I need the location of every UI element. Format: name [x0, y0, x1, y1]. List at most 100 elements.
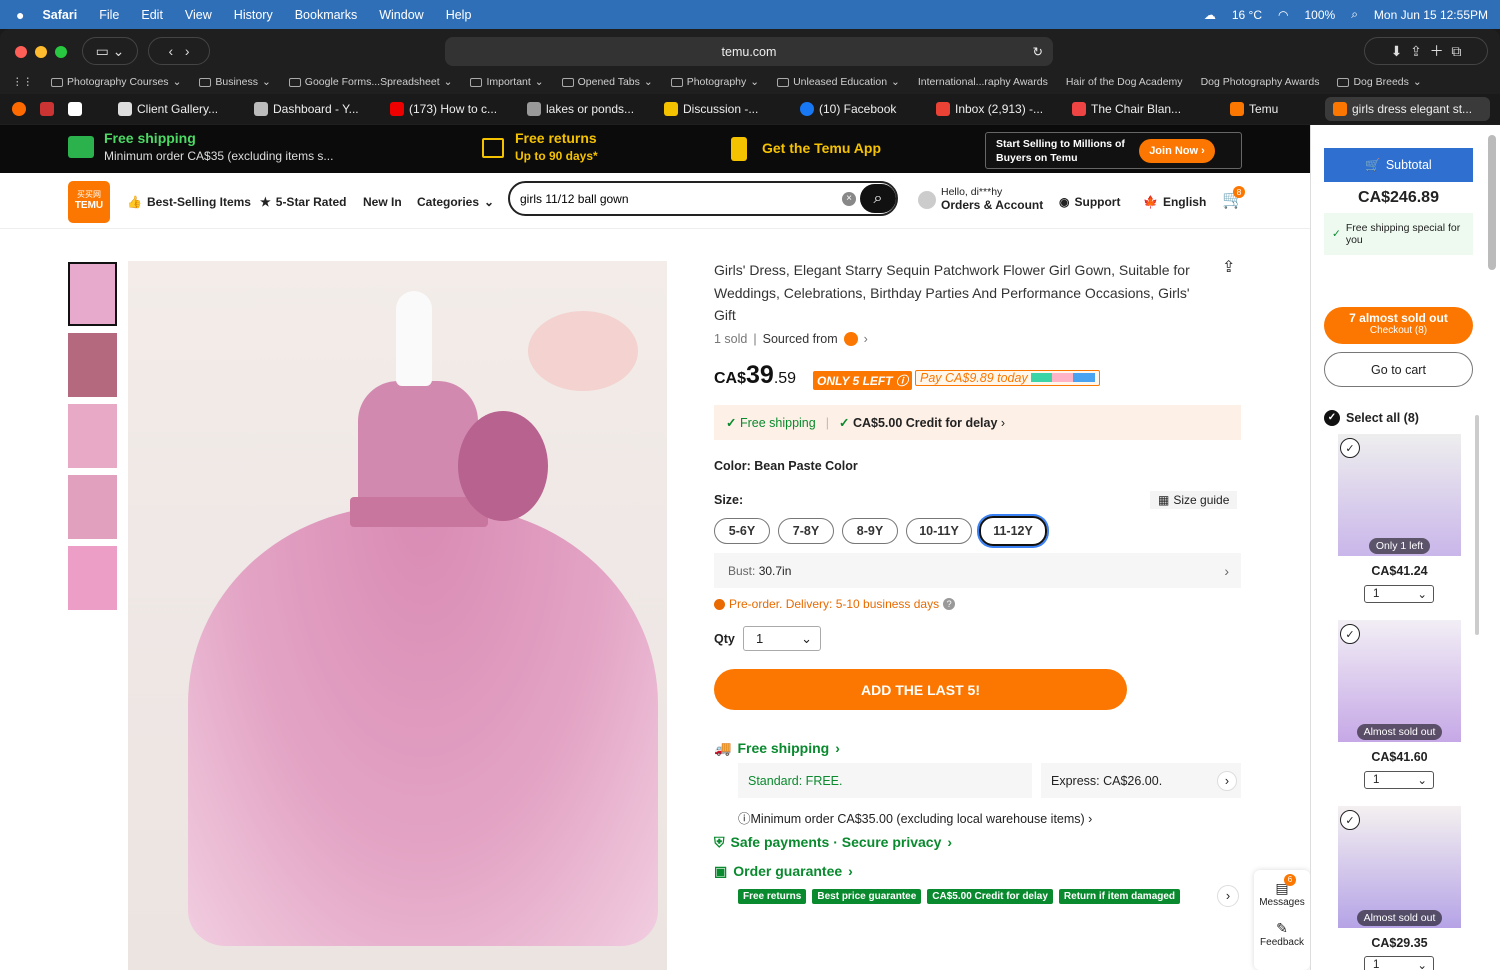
toolbar-actions[interactable]: ⬇ ⇪ ＋ ⧉: [1364, 37, 1488, 65]
size-option[interactable]: 7-8Y: [778, 518, 834, 544]
support-link[interactable]: ◉ Support: [1059, 195, 1120, 209]
browser-tab[interactable]: (10) Facebook: [800, 97, 920, 121]
bookmark-folder[interactable]: Business ⌄: [199, 76, 271, 88]
browser-tab[interactable]: Temu: [1230, 97, 1310, 121]
nav-categories[interactable]: Categories ⌄: [417, 195, 494, 209]
apple-icon[interactable]: ●: [16, 7, 24, 23]
bookmark-folder[interactable]: Google Forms...Spreadsheet ⌄: [288, 76, 452, 88]
source-badge-icon[interactable]: [843, 332, 858, 346]
bookmark-folder[interactable]: Important ⌄: [470, 76, 544, 88]
bookmark-folder[interactable]: Photography ⌄: [670, 76, 759, 88]
shipping-banner[interactable]: ✓ Free shipping | ✓ CA$5.00 Credit for d…: [714, 405, 1241, 440]
temperature[interactable]: 16 °C: [1232, 8, 1262, 22]
browser-tab[interactable]: Dashboard - Y...: [254, 97, 374, 121]
free-shipping-promo[interactable]: Free shipping Minimum order CA$35 (exclu…: [104, 130, 333, 163]
minimize-window-icon[interactable]: [35, 46, 47, 58]
menu-safari[interactable]: Safari: [42, 8, 77, 22]
stock-left-badge[interactable]: ONLY 5 LEFT ⓘ: [813, 371, 912, 390]
address-bar[interactable]: temu.com ↻: [445, 37, 1053, 66]
search-input[interactable]: [520, 189, 840, 209]
sourced-from[interactable]: Sourced from: [763, 332, 838, 346]
battery-level[interactable]: 100%: [1304, 8, 1335, 22]
clear-search-icon[interactable]: ×: [842, 192, 856, 206]
bookmark-folder[interactable]: Opened Tabs ⌄: [561, 76, 653, 88]
cart-item-image[interactable]: ✓ Only 1 left: [1338, 434, 1461, 556]
avatar[interactable]: [918, 191, 936, 209]
express-shipping-box[interactable]: Express: CA$26.00. ›: [1041, 763, 1241, 798]
browser-tab[interactable]: lakes or ponds...: [527, 97, 647, 121]
product-main-image[interactable]: [128, 261, 667, 970]
account-menu[interactable]: Hello, di***hy Orders & Account: [941, 186, 1043, 212]
select-all-checkbox[interactable]: ✓ Select all (8): [1324, 410, 1419, 426]
nav-new-in[interactable]: New In: [363, 195, 402, 209]
help-icon[interactable]: ?: [943, 598, 956, 610]
pay-later-badge[interactable]: Pay CA$9.89 today: [915, 370, 1101, 386]
size-option[interactable]: 5-6Y: [714, 518, 770, 544]
search-button[interactable]: ⌕: [860, 184, 896, 213]
apps-grid-icon[interactable]: ⋮⋮: [12, 76, 33, 88]
product-thumbnail[interactable]: [68, 333, 117, 397]
weather-icon[interactable]: ☁: [1204, 8, 1216, 22]
cart-item-qty-select[interactable]: 1 ⌄: [1364, 956, 1434, 970]
browser-tab-active[interactable]: girls dress elegant st...: [1325, 97, 1490, 121]
bookmark-link[interactable]: Hair of the Dog Academy: [1066, 76, 1183, 88]
sell-on-temu-banner[interactable]: Start Selling to Millions of Buyers on T…: [985, 132, 1242, 169]
clock[interactable]: Mon Jun 15 12:55PM: [1374, 8, 1488, 22]
order-guarantee-link[interactable]: ▣ Order guarantee ›: [714, 863, 853, 880]
size-option-selected[interactable]: 11-12Y: [979, 516, 1047, 546]
free-returns-promo[interactable]: Free returns Up to 90 days*: [515, 130, 598, 163]
min-order-note[interactable]: ⓘMinimum order CA$35.00 (excluding local…: [738, 808, 1092, 827]
safe-payments-link[interactable]: ⛨ Safe payments · Secure privacy ›: [714, 834, 952, 851]
reload-icon[interactable]: ↻: [1033, 44, 1043, 59]
menu-window[interactable]: Window: [379, 8, 423, 22]
go-to-cart-button[interactable]: Go to cart: [1324, 352, 1473, 387]
chevron-right-icon[interactable]: ›: [1217, 770, 1237, 791]
product-thumbnail[interactable]: [68, 546, 117, 610]
qty-select[interactable]: 1 ⌄: [743, 626, 821, 651]
bookmark-link[interactable]: International...raphy Awards: [918, 76, 1048, 88]
page-scrollbar[interactable]: [1488, 135, 1496, 270]
cart-item-image[interactable]: ✓ Almost sold out: [1338, 620, 1461, 742]
chevron-right-icon[interactable]: ›: [1217, 885, 1239, 907]
close-window-icon[interactable]: [15, 46, 27, 58]
back-forward-buttons[interactable]: ‹ ›: [148, 37, 210, 65]
menu-history[interactable]: History: [234, 8, 273, 22]
messages-button[interactable]: ▤ Messages: [1254, 880, 1310, 908]
bookmark-link[interactable]: Dog Photography Awards: [1201, 76, 1320, 88]
menu-view[interactable]: View: [185, 8, 212, 22]
cart-item-qty-select[interactable]: 1 ⌄: [1364, 771, 1434, 789]
checkbox-checked-icon[interactable]: ✓: [1340, 624, 1360, 644]
join-now-button[interactable]: Join Now ›: [1139, 139, 1215, 163]
add-to-cart-button[interactable]: ADD THE LAST 5!: [714, 669, 1127, 710]
browser-tab[interactable]: Client Gallery...: [118, 97, 238, 121]
browser-tab[interactable]: (173) How to c...: [390, 97, 510, 121]
checkout-button[interactable]: 7 almost sold out Checkout (8): [1324, 307, 1473, 344]
temu-logo[interactable]: 买买网 TEMU: [68, 181, 110, 223]
browser-tab[interactable]: Inbox (2,913) -...: [936, 97, 1056, 121]
pinned-tab-icon[interactable]: [68, 102, 82, 116]
nav-five-star[interactable]: ★ 5-Star Rated: [260, 195, 346, 209]
size-option[interactable]: 10-11Y: [906, 518, 972, 544]
size-guide-link[interactable]: ▦ Size guide: [1150, 491, 1238, 509]
checkbox-checked-icon[interactable]: ✓: [1340, 810, 1360, 830]
menu-help[interactable]: Help: [446, 8, 472, 22]
get-app-link[interactable]: Get the Temu App: [762, 140, 881, 156]
size-option[interactable]: 8-9Y: [842, 518, 898, 544]
feedback-button[interactable]: ✎ Feedback: [1254, 920, 1310, 948]
language-selector[interactable]: 🍁 English: [1143, 195, 1206, 209]
sidebar-scrollbar[interactable]: [1475, 415, 1479, 635]
zoom-window-icon[interactable]: [55, 46, 67, 58]
bookmark-folder[interactable]: Photography Courses ⌄: [51, 76, 181, 88]
bookmark-folder[interactable]: Unleased Education ⌄: [777, 76, 900, 88]
pinned-tab-icon[interactable]: [12, 102, 26, 116]
product-thumbnail[interactable]: [68, 404, 117, 468]
product-thumbnail-selected[interactable]: [68, 262, 117, 326]
cart-item-qty-select[interactable]: 1 ⌄: [1364, 585, 1434, 603]
product-thumbnail[interactable]: [68, 475, 117, 539]
checkbox-checked-icon[interactable]: ✓: [1340, 438, 1360, 458]
size-detail-row[interactable]: Bust: 30.7in ›: [714, 553, 1241, 588]
menu-edit[interactable]: Edit: [141, 8, 163, 22]
menu-bookmarks[interactable]: Bookmarks: [295, 8, 358, 22]
wifi-icon[interactable]: ◠: [1278, 8, 1288, 22]
cart-item-image[interactable]: ✓ Almost sold out: [1338, 806, 1461, 928]
